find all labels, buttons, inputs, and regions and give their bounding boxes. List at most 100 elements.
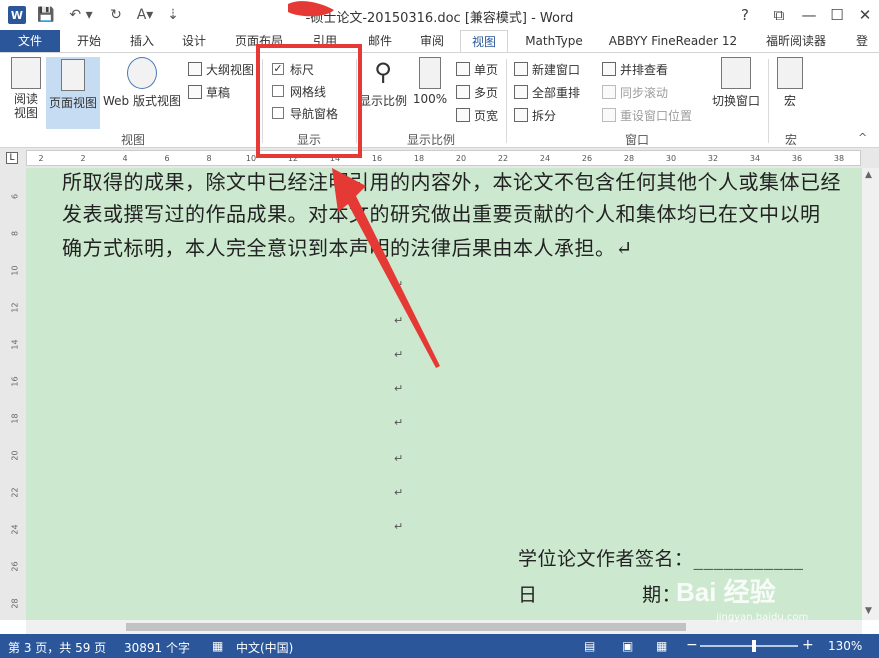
- tab-file[interactable]: 文件: [0, 30, 60, 52]
- side-by-side-button[interactable]: 并排查看: [602, 59, 668, 79]
- draft-button[interactable]: 草稿: [188, 82, 230, 102]
- group-label-macros: 宏: [784, 133, 797, 147]
- zoom-level[interactable]: 130%: [828, 639, 862, 653]
- magnifier-icon: ⚲: [374, 58, 392, 86]
- macros-icon: [777, 57, 803, 89]
- tab-home[interactable]: 开始: [64, 30, 114, 52]
- minimize-button[interactable]: —: [796, 4, 822, 26]
- ruler-tick-label: 8: [206, 154, 212, 163]
- tab-view[interactable]: 视图: [460, 30, 508, 53]
- ruler-tick-label: 22: [497, 154, 509, 163]
- paragraph-mark: ↵: [394, 520, 404, 533]
- ruler-tick-label: 32: [707, 154, 719, 163]
- tab-review[interactable]: 审阅: [408, 30, 456, 52]
- tab-design[interactable]: 设计: [170, 30, 218, 52]
- doc-text-line[interactable]: 发表或撰写过的作品成果。对本文的研究做出重要贡献的个人和集体均已在文中以明: [62, 198, 821, 227]
- paragraph-mark: ↵: [394, 452, 404, 465]
- zoom-100-label: 100%: [412, 92, 448, 106]
- sync-scroll-icon: [602, 85, 616, 99]
- print-layout-view-icon[interactable]: ▣: [622, 639, 633, 653]
- spelling-check-icon[interactable]: ▦: [212, 639, 223, 653]
- zoom-button[interactable]: ⚲ 显示比例: [358, 57, 408, 109]
- reset-window-position-button[interactable]: 重设窗口位置: [602, 105, 692, 125]
- page-width-icon: [456, 108, 470, 122]
- page-count[interactable]: 第 3 页，共 59 页: [8, 639, 106, 656]
- zoom-slider-track[interactable]: [700, 645, 798, 647]
- ruler-tick-label: 20: [455, 154, 467, 163]
- tab-mathtype[interactable]: MathType: [514, 30, 594, 52]
- paragraph-mark: ↵: [394, 382, 404, 395]
- document-page[interactable]: 所取得的成果，除文中已经注明引用的内容外，本论文不包含任何其他个人或集体已经 发…: [26, 168, 862, 620]
- paragraph-mark: ↵: [394, 278, 404, 291]
- ruler-tick-label: 6: [164, 154, 170, 163]
- macros-button[interactable]: 宏: [772, 57, 808, 109]
- web-layout-label: Web 版式视图: [103, 94, 181, 108]
- web-layout-button[interactable]: Web 版式视图: [102, 57, 182, 109]
- paragraph-mark: ↵: [394, 348, 404, 361]
- web-layout-view-icon[interactable]: ▦: [656, 639, 667, 653]
- outline-icon: [188, 62, 202, 76]
- side-by-side-label: 并排查看: [620, 62, 669, 77]
- switch-windows-button[interactable]: 切换窗口: [706, 57, 766, 109]
- group-separator: [768, 59, 769, 143]
- help-button[interactable]: ?: [732, 4, 758, 26]
- tab-sign-in[interactable]: 登: [848, 30, 876, 52]
- ribbon-tabs: 文件 开始 插入 设计 页面布局 引用 邮件 审阅 视图 MathType AB…: [0, 30, 879, 53]
- switch-windows-label: 切换窗口: [711, 94, 760, 108]
- one-page-button[interactable]: 单页: [456, 59, 498, 79]
- page-width-label: 页宽: [474, 108, 499, 123]
- vertical-ruler[interactable]: 6 8 10 12 14 16 18 20 22 24 26 28: [0, 168, 26, 620]
- vruler-tick-label: 14: [10, 339, 20, 350]
- title-bar: W 💾 ↶ ▾ ↻ A▾ ⇣ -硕士论文-20150316.doc [兼容模式]…: [0, 0, 879, 30]
- paragraph-mark: ↵: [394, 416, 404, 429]
- new-window-label: 新建窗口: [532, 62, 581, 77]
- word-count[interactable]: 30891 个字: [124, 639, 190, 656]
- vruler-tick-label: 12: [10, 302, 20, 313]
- ruler-tick-label: 18: [413, 154, 425, 163]
- zoom-out-button[interactable]: −: [686, 637, 698, 653]
- sync-scroll-label: 同步滚动: [620, 85, 669, 100]
- new-window-button[interactable]: 新建窗口: [514, 59, 580, 79]
- doc-text-line[interactable]: 确方式标明，本人完全意识到本声明的法律后果由本人承担。↵: [62, 232, 633, 261]
- reset-window-position-icon: [602, 108, 616, 122]
- status-bar: 第 3 页，共 59 页 30891 个字 ▦ 中文(中国) ▤ ▣ ▦ − +…: [0, 634, 879, 658]
- tab-insert[interactable]: 插入: [118, 30, 166, 52]
- read-mode-button[interactable]: 阅读 视图: [6, 57, 46, 120]
- group-label-window: 窗口: [624, 133, 649, 147]
- tab-foxit-reader[interactable]: 福昕阅读器: [756, 30, 836, 52]
- print-layout-label: 页面视图: [48, 96, 97, 110]
- reset-window-position-label: 重设窗口位置: [620, 108, 693, 123]
- tab-abbyy-finereader[interactable]: ABBYY FineReader 12: [604, 30, 742, 52]
- doc-text-line[interactable]: 所取得的成果，除文中已经注明引用的内容外，本论文不包含任何其他个人或集体已经: [62, 168, 841, 195]
- one-page-label: 单页: [474, 62, 499, 77]
- zoom-100-button[interactable]: 100%: [410, 57, 450, 106]
- ribbon-view: 阅读 视图 页面视图 Web 版式视图 大纲视图 草稿 视图 ✓ 标尺 网格线 …: [0, 52, 879, 148]
- author-signature-line[interactable]: 学位论文作者签名：___________: [518, 544, 804, 571]
- zoom-label: 显示比例: [358, 94, 407, 108]
- sync-scroll-button[interactable]: 同步滚动: [602, 82, 668, 102]
- language[interactable]: 中文(中国): [236, 639, 293, 656]
- horizontal-scroll-thumb[interactable]: [126, 623, 686, 631]
- collapse-ribbon-icon[interactable]: ^: [858, 131, 867, 144]
- zoom-in-button[interactable]: +: [802, 637, 814, 653]
- ribbon-display-options-icon[interactable]: ⧉: [766, 4, 792, 26]
- print-layout-button[interactable]: 页面视图: [46, 57, 100, 129]
- date-line[interactable]: 日 期：: [518, 580, 681, 607]
- scroll-down-icon[interactable]: ▼: [865, 606, 872, 616]
- close-button[interactable]: ✕: [852, 4, 878, 26]
- read-mode-view-icon[interactable]: ▤: [584, 639, 595, 653]
- ruler-tick-label: 28: [623, 154, 635, 163]
- page-width-button[interactable]: 页宽: [456, 105, 498, 125]
- zoom-slider-thumb[interactable]: [752, 640, 756, 652]
- scroll-up-icon[interactable]: ▲: [865, 170, 872, 180]
- split-button[interactable]: 拆分: [514, 105, 556, 125]
- arrange-all-button[interactable]: 全部重排: [514, 82, 580, 102]
- tab-selector-icon[interactable]: L: [6, 152, 18, 164]
- arrange-all-label: 全部重排: [532, 85, 581, 100]
- split-icon: [514, 108, 528, 122]
- vertical-scrollbar[interactable]: ▲ ▼: [862, 168, 879, 620]
- maximize-button[interactable]: ☐: [824, 4, 850, 26]
- outline-button[interactable]: 大纲视图: [188, 59, 254, 79]
- horizontal-ruler[interactable]: 2 2 4 6 8 10 12 14 16 18 20 22 24 26 28 30 32 34 36 38: [26, 150, 861, 166]
- multi-page-button[interactable]: 多页: [456, 82, 498, 102]
